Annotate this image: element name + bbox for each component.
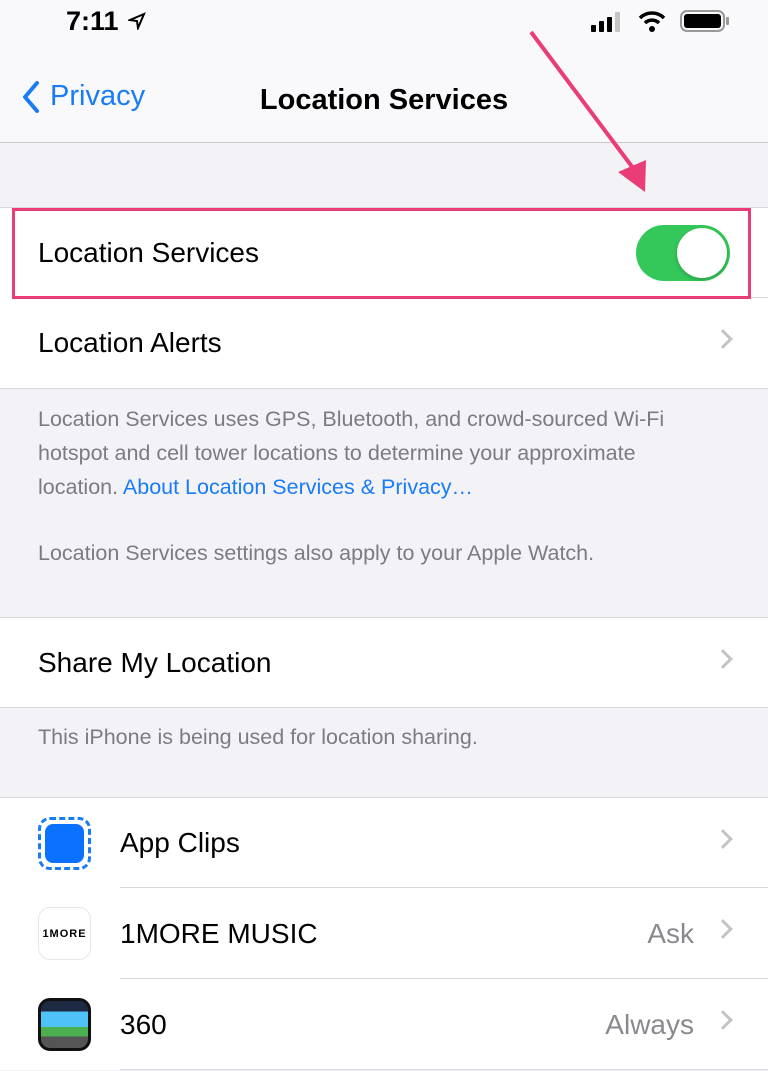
annotation-arrow-icon <box>529 30 646 192</box>
1more-music-icon: 1MORE <box>38 907 91 960</box>
app-name: 1MORE MUSIC <box>120 917 318 949</box>
divider <box>120 1069 768 1070</box>
apple-watch-note: Location Services settings also apply to… <box>38 541 595 565</box>
app-row-360[interactable]: 360 Always <box>0 979 768 1070</box>
app-clips-icon <box>38 816 91 870</box>
sharing-note: This iPhone is being used for location s… <box>38 725 478 749</box>
app-name: 360 <box>120 1008 167 1040</box>
app-permission: Ask <box>647 917 694 949</box>
chevron-right-icon <box>713 829 733 849</box>
app-row-app-clips[interactable]: App Clips <box>0 797 768 888</box>
location-alerts-label: Location Alerts <box>38 327 222 358</box>
share-my-location-label: Share My Location <box>38 646 272 678</box>
app-permission: Always <box>605 1008 694 1040</box>
chevron-right-icon <box>713 649 733 669</box>
360-app-icon <box>38 998 91 1051</box>
chevron-right-icon <box>713 1010 733 1030</box>
location-alerts-row[interactable]: Location Alerts <box>0 298 768 389</box>
share-my-location-row[interactable]: Share My Location <box>0 617 768 708</box>
location-services-footer: Location Services uses GPS, Bluetooth, a… <box>38 402 718 504</box>
chevron-right-icon <box>713 329 733 349</box>
app-name: App Clips <box>120 827 240 858</box>
app-row-1more-music[interactable]: 1MORE 1MORE MUSIC Ask <box>0 888 768 979</box>
about-location-privacy-link[interactable]: About Location Services & Privacy… <box>123 475 473 499</box>
icon-text: 1MORE <box>42 927 87 940</box>
chevron-right-icon <box>713 919 733 939</box>
